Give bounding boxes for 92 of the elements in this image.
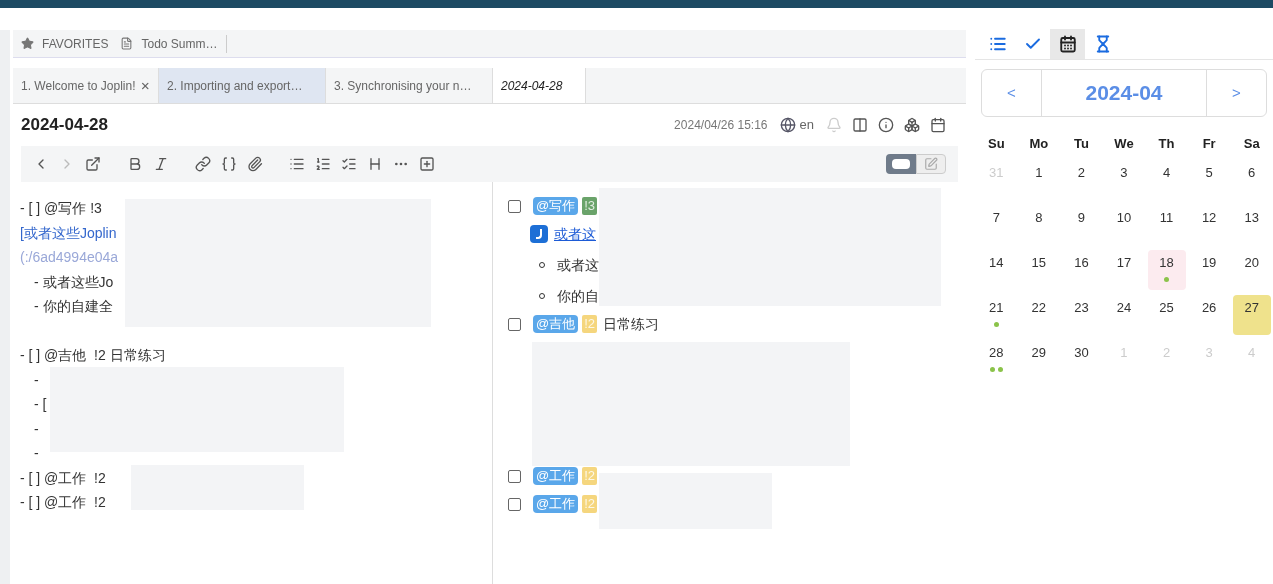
calendar-day[interactable]: 5 <box>1190 160 1229 200</box>
markdown-line: - [ <box>33 395 47 414</box>
panel-tab[interactable] <box>1050 29 1085 59</box>
task-checkbox[interactable] <box>508 469 521 483</box>
task-checkbox[interactable] <box>508 497 521 511</box>
calendar-day[interactable]: 8 <box>1019 205 1058 245</box>
calendar-day[interactable]: 1 <box>1019 160 1058 200</box>
calendar-day[interactable]: 17 <box>1105 250 1143 290</box>
favorites-label[interactable]: FAVORITES <box>42 34 109 53</box>
weekday-label: Th <box>1157 135 1176 153</box>
markdown-toggle[interactable] <box>886 154 916 174</box>
calendar-day[interactable]: 6 <box>1232 160 1271 200</box>
note-tab[interactable]: 2024-04-28 <box>493 68 586 103</box>
task-checkbox[interactable] <box>508 199 521 213</box>
calendar-day[interactable]: 30 <box>1062 340 1101 380</box>
calendar-day[interactable]: 10 <box>1105 205 1143 245</box>
star-icon <box>21 37 34 50</box>
calendar-day[interactable]: 11 <box>1147 205 1186 245</box>
weekday-label: Mo <box>1028 135 1050 153</box>
weekday-label: Su <box>986 135 1006 153</box>
calendar-day[interactable]: 4 <box>1147 160 1186 200</box>
code-icon[interactable] <box>221 156 237 172</box>
calendar-day[interactable]: 21 <box>977 295 1016 335</box>
boxes-icon[interactable] <box>904 117 920 133</box>
markdown-line: - <box>33 419 39 439</box>
calendar-day[interactable]: 7 <box>977 205 1016 245</box>
calendar-day[interactable]: 22 <box>1019 295 1058 335</box>
priority-label: !3 <box>582 197 598 215</box>
calendar-day[interactable]: 3 <box>1105 160 1143 200</box>
calendar-day[interactable]: 9 <box>1062 205 1101 245</box>
calendar-day[interactable]: 29 <box>1019 340 1058 380</box>
checklist-icon[interactable] <box>341 156 357 172</box>
note-link[interactable]: 或者这 <box>554 223 596 245</box>
markdown-url: (:/6ad4994e04a <box>20 248 119 267</box>
insert-date-icon[interactable] <box>419 156 435 172</box>
calendar-day[interactable]: 24 <box>1105 295 1143 335</box>
rich-text-toggle[interactable] <box>916 154 946 174</box>
list-item-text: 你的自 <box>557 286 599 306</box>
priority-label: !2 <box>582 495 598 513</box>
markdown-line: - 你的自建全 <box>33 297 113 316</box>
priority-label: !2 <box>582 315 598 333</box>
calendar-day[interactable]: 16 <box>1062 250 1101 290</box>
attachment-icon[interactable] <box>247 156 263 172</box>
calendar-day[interactable]: 13 <box>1232 205 1271 245</box>
info-icon[interactable] <box>878 117 894 133</box>
note-tab[interactable]: 2. Importing and export… <box>159 68 326 103</box>
markdown-line: - <box>33 444 39 463</box>
note-title[interactable]: 2024-04-28 <box>21 112 108 138</box>
favorite-note[interactable]: Todo Summ… <box>141 34 227 53</box>
calendar-day[interactable]: 23 <box>1062 295 1101 335</box>
markdown-line: - [ ] @工作 !2 <box>20 493 106 512</box>
markdown-line: - [ ] @工作 !2 <box>20 468 106 488</box>
link-icon[interactable] <box>195 156 211 172</box>
list-icon <box>988 35 1007 53</box>
markdown-line: - [ ] @写作 !3 <box>20 199 102 218</box>
weekday-label: Sa <box>1242 135 1261 153</box>
priority-label: !2 <box>582 467 598 485</box>
document-icon <box>120 37 134 50</box>
weekday-label: Tu <box>1072 135 1090 153</box>
bold-icon[interactable] <box>127 156 143 172</box>
calendar-day[interactable]: 12 <box>1190 205 1229 245</box>
markdown-line: - 或者这些Jo <box>33 272 114 292</box>
numbered-list-icon[interactable] <box>315 156 331 172</box>
task-text: 日常练习 <box>603 314 660 334</box>
external-link-icon[interactable] <box>85 156 101 172</box>
bullet-list-icon[interactable] <box>289 156 305 172</box>
calendar-icon[interactable] <box>930 117 946 133</box>
calendar-day[interactable]: 2 <box>1062 160 1101 200</box>
updated-time: 2024/04/26 15:16 <box>674 117 768 134</box>
calendar-day[interactable]: 25 <box>1147 295 1186 335</box>
layout-icon[interactable] <box>852 117 868 133</box>
calendar-day[interactable]: 20 <box>1232 250 1271 290</box>
calendar-day[interactable]: 18 <box>1147 250 1186 290</box>
edit-icon <box>924 157 938 171</box>
calendar-day[interactable]: 19 <box>1190 250 1229 290</box>
calendar-day[interactable]: 15 <box>1019 250 1058 290</box>
calendar-day[interactable]: 28 <box>977 340 1016 380</box>
task-checkbox[interactable] <box>508 317 521 331</box>
calendar-day[interactable]: 14 <box>977 250 1016 290</box>
list-item-text: 或者这 <box>557 255 599 275</box>
app-icon <box>530 225 548 243</box>
heading-icon[interactable] <box>367 156 383 172</box>
language-label[interactable]: en <box>799 115 814 135</box>
markdown-line: - [ ] @吉他 !2 日常练习 <box>20 346 166 365</box>
markdown-line: - <box>33 370 39 390</box>
calendar-day[interactable]: 26 <box>1190 295 1229 335</box>
weekday-label: We <box>1113 135 1135 153</box>
calendar-icon <box>1058 35 1077 53</box>
calendar-day[interactable]: 27 <box>1232 295 1271 335</box>
italic-icon[interactable] <box>153 156 169 172</box>
weekday-label: Fr <box>1201 135 1217 153</box>
globe-icon[interactable] <box>779 117 796 133</box>
